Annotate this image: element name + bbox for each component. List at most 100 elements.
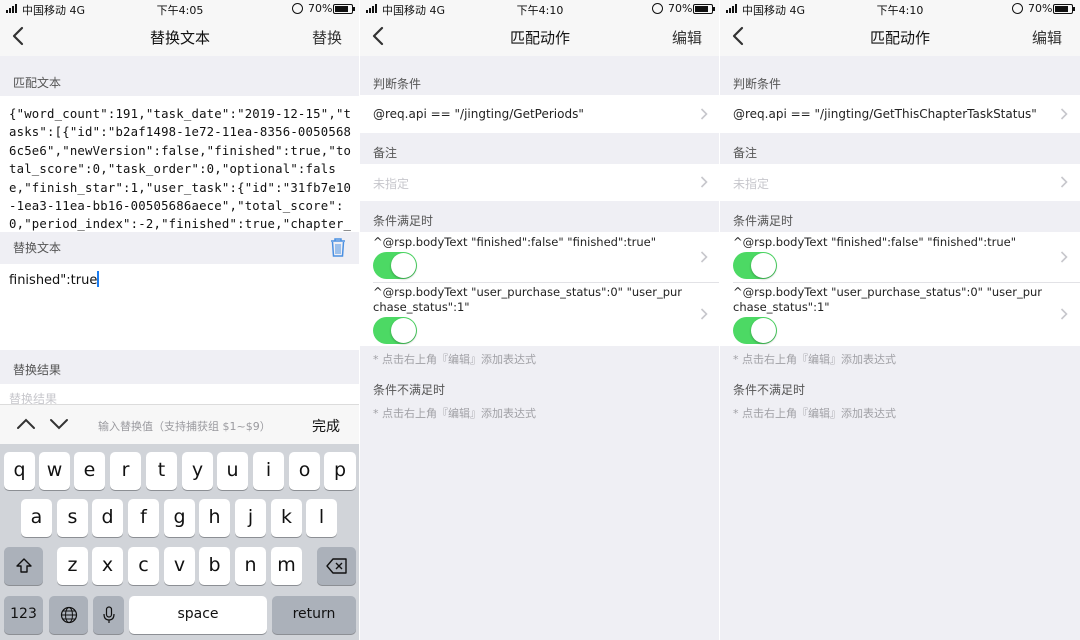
backspace-key[interactable] bbox=[317, 547, 356, 585]
numbers-key[interactable]: 123 bbox=[4, 596, 43, 634]
expression-2-line-1: ^@rsp.bodyText "user_purchase_status":0"… bbox=[373, 285, 683, 299]
edit-button[interactable]: 编辑 bbox=[672, 27, 702, 48]
battery-icon bbox=[693, 4, 715, 14]
text-cursor bbox=[97, 271, 99, 287]
match-action-screen-chapter: 中国移动 4G 下午4:10 70% 匹配动作 编辑 判断条件 @req.api… bbox=[720, 0, 1080, 640]
orientation-lock-icon bbox=[1012, 3, 1023, 14]
nav-bar: 匹配动作 编辑 bbox=[720, 18, 1080, 56]
microphone-icon bbox=[102, 606, 115, 623]
key-b[interactable]: b bbox=[199, 547, 230, 585]
key-t[interactable]: t bbox=[146, 452, 177, 490]
status-bar: 中国移动 4G 下午4:10 70% bbox=[720, 0, 1080, 18]
condition-row[interactable]: @req.api == "/jingting/GetThisChapterTas… bbox=[720, 95, 1080, 133]
key-d[interactable]: d bbox=[92, 499, 123, 537]
chevron-right-icon[interactable] bbox=[1060, 251, 1068, 263]
chevron-up-icon[interactable] bbox=[16, 417, 36, 431]
key-n[interactable]: n bbox=[235, 547, 266, 585]
key-f[interactable]: f bbox=[128, 499, 159, 537]
chevron-right-icon bbox=[700, 176, 708, 188]
key-v[interactable]: v bbox=[164, 547, 195, 585]
keyboard: q w e r t y u i o p a s d f g h j k l z … bbox=[0, 444, 360, 640]
key-c[interactable]: c bbox=[128, 547, 159, 585]
shift-icon bbox=[15, 558, 32, 573]
space-key[interactable]: space bbox=[129, 596, 267, 634]
note-value: 未指定 bbox=[373, 177, 410, 191]
edit-button[interactable]: 编辑 bbox=[1032, 27, 1062, 48]
key-u[interactable]: u bbox=[217, 452, 248, 490]
orientation-lock-icon bbox=[652, 3, 663, 14]
expression-1-toggle[interactable] bbox=[373, 252, 417, 279]
key-q[interactable]: q bbox=[4, 452, 35, 490]
match-action-screen-periods: 中国移动 4G 下午4:10 70% 匹配动作 编辑 判断条件 @req.api… bbox=[360, 0, 720, 640]
note-row[interactable]: 未指定 bbox=[720, 164, 1080, 201]
condition-row[interactable]: @req.api == "/jingting/GetPeriods" bbox=[360, 95, 720, 133]
key-j[interactable]: j bbox=[235, 499, 266, 537]
when-true-list: ^@rsp.bodyText "finished":false" "finish… bbox=[720, 232, 1080, 346]
note-label: 备注 bbox=[733, 146, 758, 160]
globe-key[interactable] bbox=[49, 596, 88, 634]
key-i[interactable]: i bbox=[253, 452, 284, 490]
return-key[interactable]: return bbox=[272, 596, 356, 634]
key-a[interactable]: a bbox=[21, 499, 52, 537]
page-title: 匹配动作 bbox=[509, 29, 570, 47]
key-h[interactable]: h bbox=[199, 499, 230, 537]
condition-value: @req.api == "/jingting/GetPeriods" bbox=[373, 107, 584, 121]
toolbar-hint: 输入替换值（支持捕获组 $1~$9） bbox=[98, 420, 271, 433]
replace-button[interactable]: 替换 bbox=[312, 27, 342, 48]
chevron-right-icon[interactable] bbox=[1060, 308, 1068, 320]
status-bar: 中国移动 4G 下午4:05 70% bbox=[0, 0, 360, 18]
chevron-down-icon[interactable] bbox=[49, 417, 69, 431]
replace-text-input[interactable]: finished":true bbox=[0, 264, 360, 350]
microphone-key[interactable] bbox=[93, 596, 124, 634]
key-p[interactable]: p bbox=[324, 452, 356, 490]
expression-2-toggle[interactable] bbox=[373, 317, 417, 344]
expression-1-toggle[interactable] bbox=[733, 252, 777, 279]
expression-2-toggle[interactable] bbox=[733, 317, 777, 344]
condition-label: 判断条件 bbox=[733, 77, 782, 91]
shift-key[interactable] bbox=[4, 547, 43, 585]
battery-percent: 70% bbox=[308, 2, 333, 15]
key-r[interactable]: r bbox=[110, 452, 141, 490]
clock: 下午4:10 bbox=[516, 4, 564, 17]
chevron-right-icon bbox=[1060, 176, 1068, 188]
battery-icon bbox=[1053, 4, 1075, 14]
chevron-right-icon[interactable] bbox=[700, 251, 708, 263]
add-expression-hint: * 点击右上角『编辑』添加表达式 bbox=[373, 353, 536, 366]
nav-bar: 匹配动作 编辑 bbox=[360, 18, 720, 56]
nav-bar: 替换文本 替换 bbox=[0, 18, 360, 56]
trash-icon[interactable] bbox=[329, 236, 347, 258]
done-button[interactable]: 完成 bbox=[312, 416, 340, 436]
expression-1: ^@rsp.bodyText "finished":false" "finish… bbox=[733, 235, 1017, 249]
row-separator bbox=[733, 282, 1080, 283]
replace-text-label: 替换文本 bbox=[13, 241, 62, 255]
when-true-label: 条件满足时 bbox=[733, 214, 794, 228]
key-y[interactable]: y bbox=[182, 452, 213, 490]
key-z[interactable]: z bbox=[57, 547, 88, 585]
battery-percent: 70% bbox=[668, 2, 693, 15]
key-w[interactable]: w bbox=[39, 452, 70, 490]
globe-icon bbox=[60, 606, 77, 624]
key-m[interactable]: m bbox=[271, 547, 302, 585]
when-false-label: 条件不满足时 bbox=[733, 383, 806, 397]
key-s[interactable]: s bbox=[57, 499, 88, 537]
key-k[interactable]: k bbox=[271, 499, 302, 537]
add-expression-hint: * 点击右上角『编辑』添加表达式 bbox=[733, 407, 896, 420]
key-e[interactable]: e bbox=[74, 452, 105, 490]
chevron-right-icon[interactable] bbox=[700, 308, 708, 320]
when-false-label: 条件不满足时 bbox=[373, 383, 446, 397]
keyboard-toolbar: 输入替换值（支持捕获组 $1~$9） 完成 bbox=[0, 404, 360, 444]
expression-1: ^@rsp.bodyText "finished":false" "finish… bbox=[373, 235, 657, 249]
orientation-lock-icon bbox=[292, 3, 303, 14]
note-row[interactable]: 未指定 bbox=[360, 164, 720, 201]
clock: 下午4:10 bbox=[876, 4, 924, 17]
page-title: 替换文本 bbox=[149, 29, 210, 47]
key-o[interactable]: o bbox=[289, 452, 320, 490]
match-text-label: 匹配文本 bbox=[13, 76, 62, 90]
key-g[interactable]: g bbox=[164, 499, 195, 537]
key-l[interactable]: l bbox=[306, 499, 337, 537]
when-true-list: ^@rsp.bodyText "finished":false" "finish… bbox=[360, 232, 720, 346]
result-field[interactable]: 替换结果 bbox=[0, 384, 360, 406]
result-label: 替换结果 bbox=[13, 363, 62, 377]
key-x[interactable]: x bbox=[92, 547, 123, 585]
status-bar: 中国移动 4G 下午4:10 70% bbox=[360, 0, 720, 18]
